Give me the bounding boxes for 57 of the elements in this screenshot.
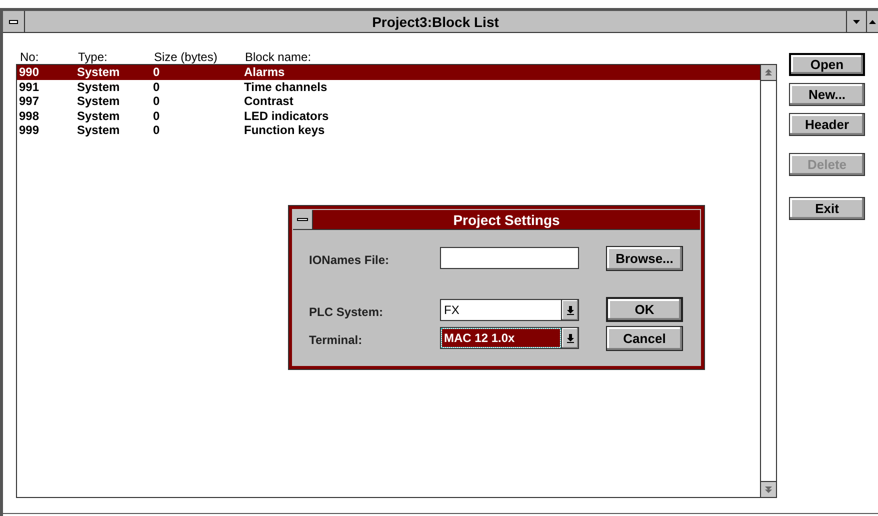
window-title: Project3:Block List xyxy=(371,13,500,32)
dropdown-arrow-button[interactable] xyxy=(561,328,578,348)
row-cell-text: 990 xyxy=(19,65,40,80)
row-cell-text: 0 xyxy=(153,108,161,123)
row-cell-text: 991 xyxy=(19,80,40,94)
dropdown-field[interactable]: MAC 12 1.0x xyxy=(440,327,579,349)
dropdown-value: MAC 12 1.0x xyxy=(442,329,560,347)
row-cell-text: System xyxy=(77,65,121,80)
minus-icon xyxy=(297,218,308,221)
dialog-button[interactable]: Cancel xyxy=(606,326,683,351)
scrollbar[interactable] xyxy=(760,65,776,497)
dialog-button[interactable]: Exit xyxy=(789,197,865,220)
row-cell-text: System xyxy=(77,94,121,108)
input-field[interactable] xyxy=(440,247,579,269)
row-cell-text: 0 xyxy=(153,94,161,108)
triangle-up-icon xyxy=(869,20,876,24)
column-header: Type: xyxy=(78,50,108,64)
row-cell-text: 997 xyxy=(19,94,40,108)
dialog-button[interactable]: OK xyxy=(606,297,683,322)
row-cell-text: System xyxy=(77,80,121,94)
field-label: PLC System: xyxy=(309,304,384,321)
double-arrow-up-icon xyxy=(765,69,772,76)
row-cell-text: 0 xyxy=(153,123,161,138)
scroll-down-button[interactable] xyxy=(761,481,776,497)
field-label: Terminal: xyxy=(309,332,362,349)
dialog-title: Project Settings xyxy=(452,211,561,229)
row-cell-text: Contrast xyxy=(244,94,294,108)
dialog-button[interactable]: Browse... xyxy=(606,246,683,271)
triangle-down-icon xyxy=(853,20,860,24)
column-header: No: xyxy=(20,50,40,64)
row-cell-text: 998 xyxy=(19,108,40,123)
column-header: Block name: xyxy=(245,50,312,64)
arrow-down-icon xyxy=(566,306,574,314)
field-label: IONames File: xyxy=(309,252,390,269)
row-cell-text: System xyxy=(77,123,121,138)
list-row[interactable]: 991 System 0 Time channels xyxy=(17,80,760,94)
column-header: Size (bytes) xyxy=(154,50,218,64)
row-cell-text: LED indicators xyxy=(244,108,330,123)
row-cell-text: 0 xyxy=(153,65,161,80)
row-cell-text: 0 xyxy=(153,80,161,94)
row-cell-text: Time channels xyxy=(244,80,328,94)
minus-icon xyxy=(9,20,18,24)
list-row[interactable]: 990 System 0 Alarms xyxy=(17,65,760,80)
dropdown-field[interactable]: FX xyxy=(440,299,579,321)
dialog-button[interactable]: Header xyxy=(789,113,865,136)
double-arrow-down-icon xyxy=(765,486,772,493)
dropdown-arrow-button[interactable] xyxy=(561,300,578,320)
row-cell-text: Alarms xyxy=(244,65,286,80)
row-cell-text: System xyxy=(77,108,121,123)
dialog-button[interactable]: New... xyxy=(789,83,865,106)
dialog-button[interactable]: Open xyxy=(789,53,865,76)
arrow-down-icon xyxy=(566,334,574,342)
system-menu-button[interactable] xyxy=(293,210,313,229)
scroll-up-button[interactable] xyxy=(761,65,776,81)
maximize-button[interactable] xyxy=(866,11,878,32)
row-cell-text: 999 xyxy=(19,123,40,138)
row-cell-text: Function keys xyxy=(244,123,326,138)
